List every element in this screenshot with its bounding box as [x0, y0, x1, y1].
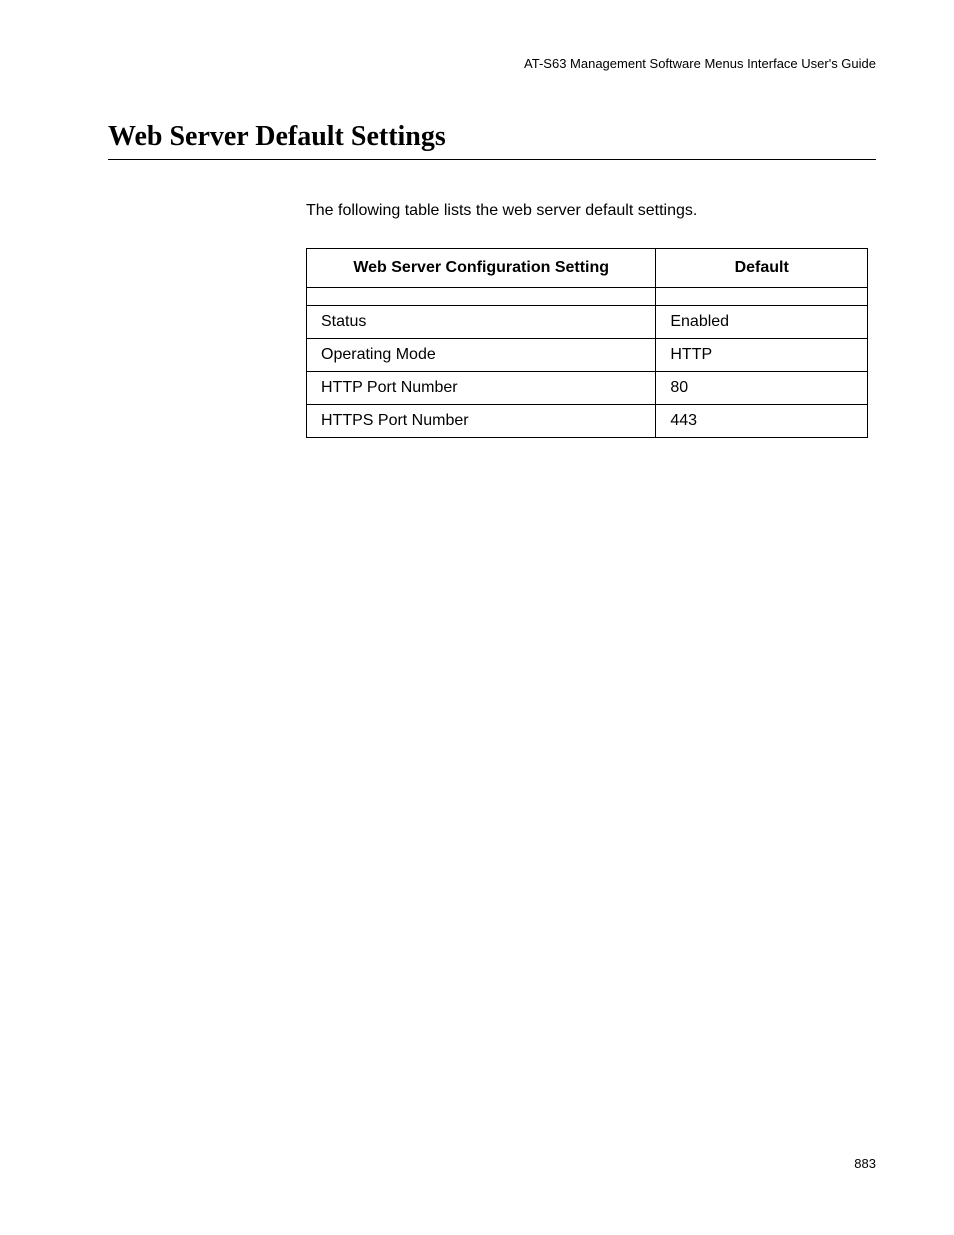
table-cell-setting: HTTPS Port Number	[307, 405, 656, 438]
table-cell-setting: Status	[307, 306, 656, 339]
document-header: AT-S63 Management Software Menus Interfa…	[108, 56, 876, 71]
settings-table: Web Server Configuration Setting Default…	[306, 248, 868, 438]
table-header-separator	[307, 288, 868, 306]
table-cell-default: Enabled	[656, 306, 868, 339]
table-row: HTTP Port Number 80	[307, 372, 868, 405]
table-row: Status Enabled	[307, 306, 868, 339]
table-header-default: Default	[656, 249, 868, 288]
table-row: HTTPS Port Number 443	[307, 405, 868, 438]
table-header-setting: Web Server Configuration Setting	[307, 249, 656, 288]
intro-paragraph: The following table lists the web server…	[306, 202, 876, 220]
table-cell-default: 80	[656, 372, 868, 405]
table-cell-setting: Operating Mode	[307, 339, 656, 372]
table-header-row: Web Server Configuration Setting Default	[307, 249, 868, 288]
table-cell-default: HTTP	[656, 339, 868, 372]
section-title: Web Server Default Settings	[108, 121, 876, 160]
page-number: 883	[854, 1156, 876, 1171]
table-cell-setting: HTTP Port Number	[307, 372, 656, 405]
table-row: Operating Mode HTTP	[307, 339, 868, 372]
table-cell-default: 443	[656, 405, 868, 438]
